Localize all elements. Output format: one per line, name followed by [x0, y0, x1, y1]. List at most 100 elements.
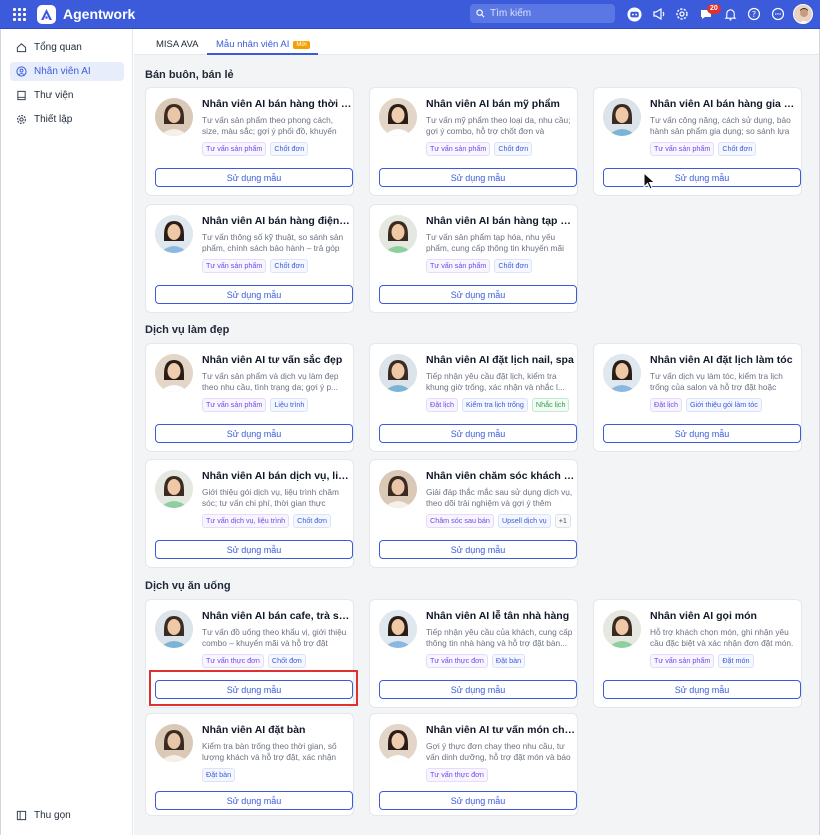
template-card[interactable]: Nhân viên AI tư vấn món chay Gợi ý thực đ…	[369, 713, 578, 816]
card-tags: Chăm sóc sau bán Upsell dịch vụ +1	[426, 514, 571, 528]
svg-text:?: ?	[752, 10, 756, 19]
apps-grid-icon[interactable]	[13, 8, 26, 21]
sidebar-item-label: Thiết lập	[34, 114, 73, 125]
skill-tag: Giới thiệu gói làm tóc	[685, 398, 762, 412]
template-card[interactable]: Nhân viên AI đặt lịch nail, spa Tiếp nhận…	[369, 343, 578, 452]
template-card[interactable]: Nhân viên AI đặt lịch làm tóc Tư vấn dịch…	[593, 343, 802, 452]
skill-tag: Chốt đơn	[494, 142, 533, 156]
card-tags: Đặt lịch Giới thiệu gói làm tóc	[650, 398, 762, 412]
skill-tag: Kiểm tra lịch trống	[461, 398, 528, 412]
sidebar-item-ai-staff[interactable]: Nhân viên AI	[10, 62, 124, 81]
use-template-button[interactable]: Sử dụng mẫu	[155, 424, 353, 443]
skill-tag: Chốt đơn	[494, 259, 533, 273]
use-template-button[interactable]: Sử dụng mẫu	[379, 680, 577, 699]
skill-tag: Chốt đơn	[267, 654, 306, 668]
settings-icon[interactable]	[674, 6, 690, 22]
section-title-retail: Bán buôn, bán lẻ	[145, 69, 234, 81]
card-tags: Tư vấn sản phẩm Liệu trình	[202, 398, 309, 412]
help-icon[interactable]: ?	[746, 6, 762, 22]
use-template-button[interactable]: Sử dụng mẫu	[603, 680, 801, 699]
book-icon	[17, 90, 26, 101]
template-card[interactable]: Nhân viên AI bán hàng điện máy Tư vấn thô…	[145, 204, 354, 313]
template-card[interactable]: Nhân viên AI bán hàng gia dụng Tư vấn côn…	[593, 87, 802, 196]
card-title: Nhân viên AI bán mỹ phẩm	[426, 98, 560, 110]
template-card[interactable]: Nhân viên AI tư vấn sắc đẹp Tư vấn sản ph…	[145, 343, 354, 452]
skill-tag: +1	[554, 514, 571, 528]
use-template-button[interactable]: Sử dụng mẫu	[379, 540, 577, 559]
skill-tag: Tư vấn thực đơn	[426, 768, 488, 782]
card-description: Giới thiệu gói dịch vụ, liệu trình chăm …	[202, 487, 339, 508]
template-card[interactable]: Nhân viên AI gọi món Hỗ trợ khách chọn mó…	[593, 599, 802, 708]
template-card[interactable]: Nhân viên AI bán hàng tạp hóa,... Tư vấn …	[369, 204, 578, 313]
agent-avatar	[379, 724, 417, 762]
megaphone-icon[interactable]	[651, 6, 667, 22]
card-tags: Tư vấn thực đơn Chốt đơn	[202, 654, 306, 668]
tab-misa-ava[interactable]: MISA AVA	[156, 39, 198, 50]
card-description: Tư vấn thông số kỹ thuật, so sánh sản ph…	[202, 232, 344, 253]
use-template-button[interactable]: Sử dụng mẫu	[155, 285, 353, 304]
user-circle-icon	[16, 66, 27, 77]
tab-bar: MISA AVA Mẫu nhân viên AI Mới	[134, 29, 819, 55]
skill-tag: Đặt bàn	[202, 768, 236, 782]
agent-avatar	[379, 354, 417, 392]
skill-tag: Chốt đơn	[718, 142, 757, 156]
card-title: Nhân viên AI bán hàng thời trang	[202, 98, 352, 110]
template-card[interactable]: Nhân viên chăm sóc khách hàn... Giải đáp …	[369, 459, 578, 568]
card-description: Tiếp nhận yêu cầu của khách, cung cấp th…	[426, 627, 573, 648]
search-input[interactable]	[490, 8, 610, 19]
more-icon[interactable]	[770, 6, 786, 22]
agent-avatar	[379, 98, 417, 136]
card-description: Tiếp nhận yêu cầu đặt lịch, kiểm tra khu…	[426, 371, 565, 392]
card-tags: Tư vấn sản phẩm Chốt đơn	[426, 259, 533, 273]
use-template-button[interactable]: Sử dụng mẫu	[155, 791, 353, 810]
use-template-button[interactable]: Sử dụng mẫu	[379, 424, 577, 443]
search-box[interactable]	[470, 4, 615, 23]
skill-tag: Đặt lịch	[650, 398, 682, 412]
use-template-button[interactable]: Sử dụng mẫu	[603, 424, 801, 443]
use-template-button[interactable]: Sử dụng mẫu	[155, 168, 353, 187]
card-title: Nhân viên AI lễ tân nhà hàng	[426, 610, 570, 622]
template-card[interactable]: Nhân viên AI bán hàng thời trang Tư vấn s…	[145, 87, 354, 196]
collapse-sidebar-button[interactable]: Thu gọn	[16, 810, 71, 821]
use-template-button[interactable]: Sử dụng mẫu	[379, 285, 577, 304]
template-card[interactable]: Nhân viên AI đặt bàn Kiểm tra bàn trống t…	[145, 713, 354, 816]
sidebar-item-settings[interactable]: Thiết lập	[10, 110, 124, 129]
card-description: Tư vấn công năng, cách sử dụng, bảo hành…	[650, 115, 791, 136]
home-icon	[16, 43, 27, 53]
card-title: Nhân viên AI đặt lịch làm tóc	[650, 354, 793, 366]
template-card[interactable]: Nhân viên AI lễ tân nhà hàng Tiếp nhận yê…	[369, 599, 578, 708]
card-tags: Đặt bàn	[202, 768, 236, 782]
sidebar-item-overview[interactable]: Tổng quan	[10, 38, 124, 57]
card-tags: Tư vấn sản phẩm Chốt đơn	[202, 259, 309, 273]
agent-avatar	[155, 724, 193, 762]
card-description: Tư vấn đồ uống theo khẩu vị, giới thiệu …	[202, 627, 347, 648]
agent-avatar	[603, 98, 641, 136]
card-title: Nhân viên chăm sóc khách hàn...	[426, 470, 576, 482]
skill-tag: Tư vấn sản phẩm	[202, 142, 267, 156]
agent-avatar	[379, 215, 417, 253]
use-template-button[interactable]: Sử dụng mẫu	[379, 168, 577, 187]
mouse-cursor-icon	[643, 171, 657, 195]
sidebar-item-label: Nhân viên AI	[34, 66, 91, 77]
card-title: Nhân viên AI đặt lịch nail, spa	[426, 354, 574, 366]
skill-tag: Tư vấn sản phẩm	[426, 259, 491, 273]
use-template-button[interactable]: Sử dụng mẫu	[155, 540, 353, 559]
card-title: Nhân viên AI bán dịch vụ, liệu t...	[202, 470, 352, 482]
collapse-icon	[16, 810, 27, 821]
bot-icon[interactable]	[626, 6, 642, 22]
agent-avatar	[155, 470, 193, 508]
skill-tag: Chốt đơn	[270, 142, 309, 156]
tab-ai-templates[interactable]: Mẫu nhân viên AI Mới	[216, 39, 310, 50]
card-title: Nhân viên AI bán cafe, trà sữa	[202, 610, 352, 622]
agent-avatar	[155, 354, 193, 392]
use-template-button[interactable]: Sử dụng mẫu	[379, 791, 577, 810]
agent-avatar	[379, 470, 417, 508]
section-title-food: Dịch vụ ăn uống	[145, 580, 231, 592]
bell-icon[interactable]	[722, 6, 738, 22]
use-template-button[interactable]: Sử dụng mẫu	[603, 168, 801, 187]
skill-tag: Đặt món	[718, 654, 754, 668]
user-avatar[interactable]	[793, 4, 813, 24]
sidebar-item-library[interactable]: Thư viện	[10, 86, 124, 105]
template-card[interactable]: Nhân viên AI bán mỹ phẩm Tư vấn mỹ phẩm t…	[369, 87, 578, 196]
template-card[interactable]: Nhân viên AI bán dịch vụ, liệu t... Giới …	[145, 459, 354, 568]
